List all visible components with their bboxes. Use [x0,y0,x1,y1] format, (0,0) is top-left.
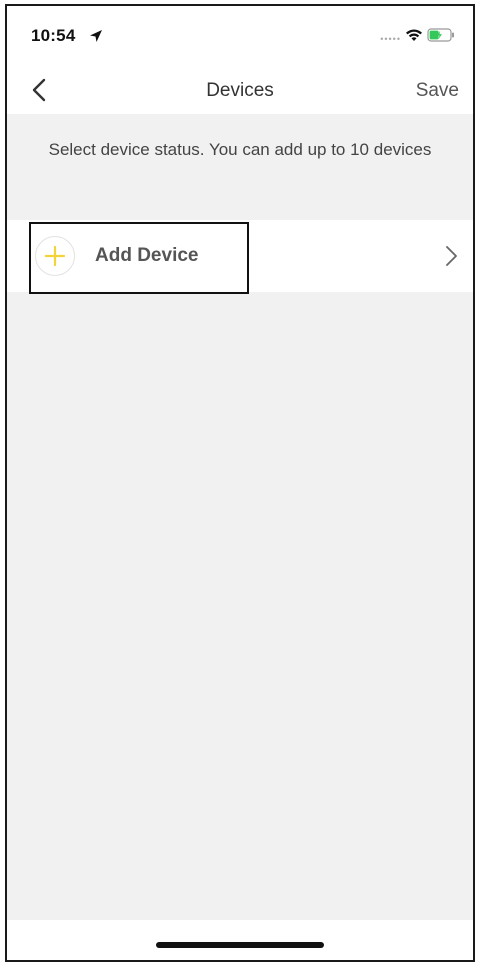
bottom-bar [7,920,473,960]
plus-icon [44,245,66,267]
wifi-icon [406,29,422,41]
save-button[interactable]: Save [416,80,459,102]
location-arrow-icon [90,30,102,42]
battery-charging-icon [427,28,454,42]
chevron-right-icon [446,246,457,266]
status-bar: 10:54 ••••• [7,6,473,66]
add-device-button[interactable] [35,236,75,276]
add-device-label: Add Device [95,245,199,266]
navigation-bar: Devices Save [7,66,473,114]
phone-screen: 10:54 ••••• Devices Save Select device s… [5,4,475,962]
status-time: 10:54 [31,26,76,45]
device-status-description: Select device status. You can add up to … [48,140,432,159]
home-indicator[interactable] [156,942,324,948]
add-device-row[interactable]: Add Device [7,220,473,294]
page-title: Devices [206,80,274,101]
signal-icon: ••••• [380,34,401,44]
